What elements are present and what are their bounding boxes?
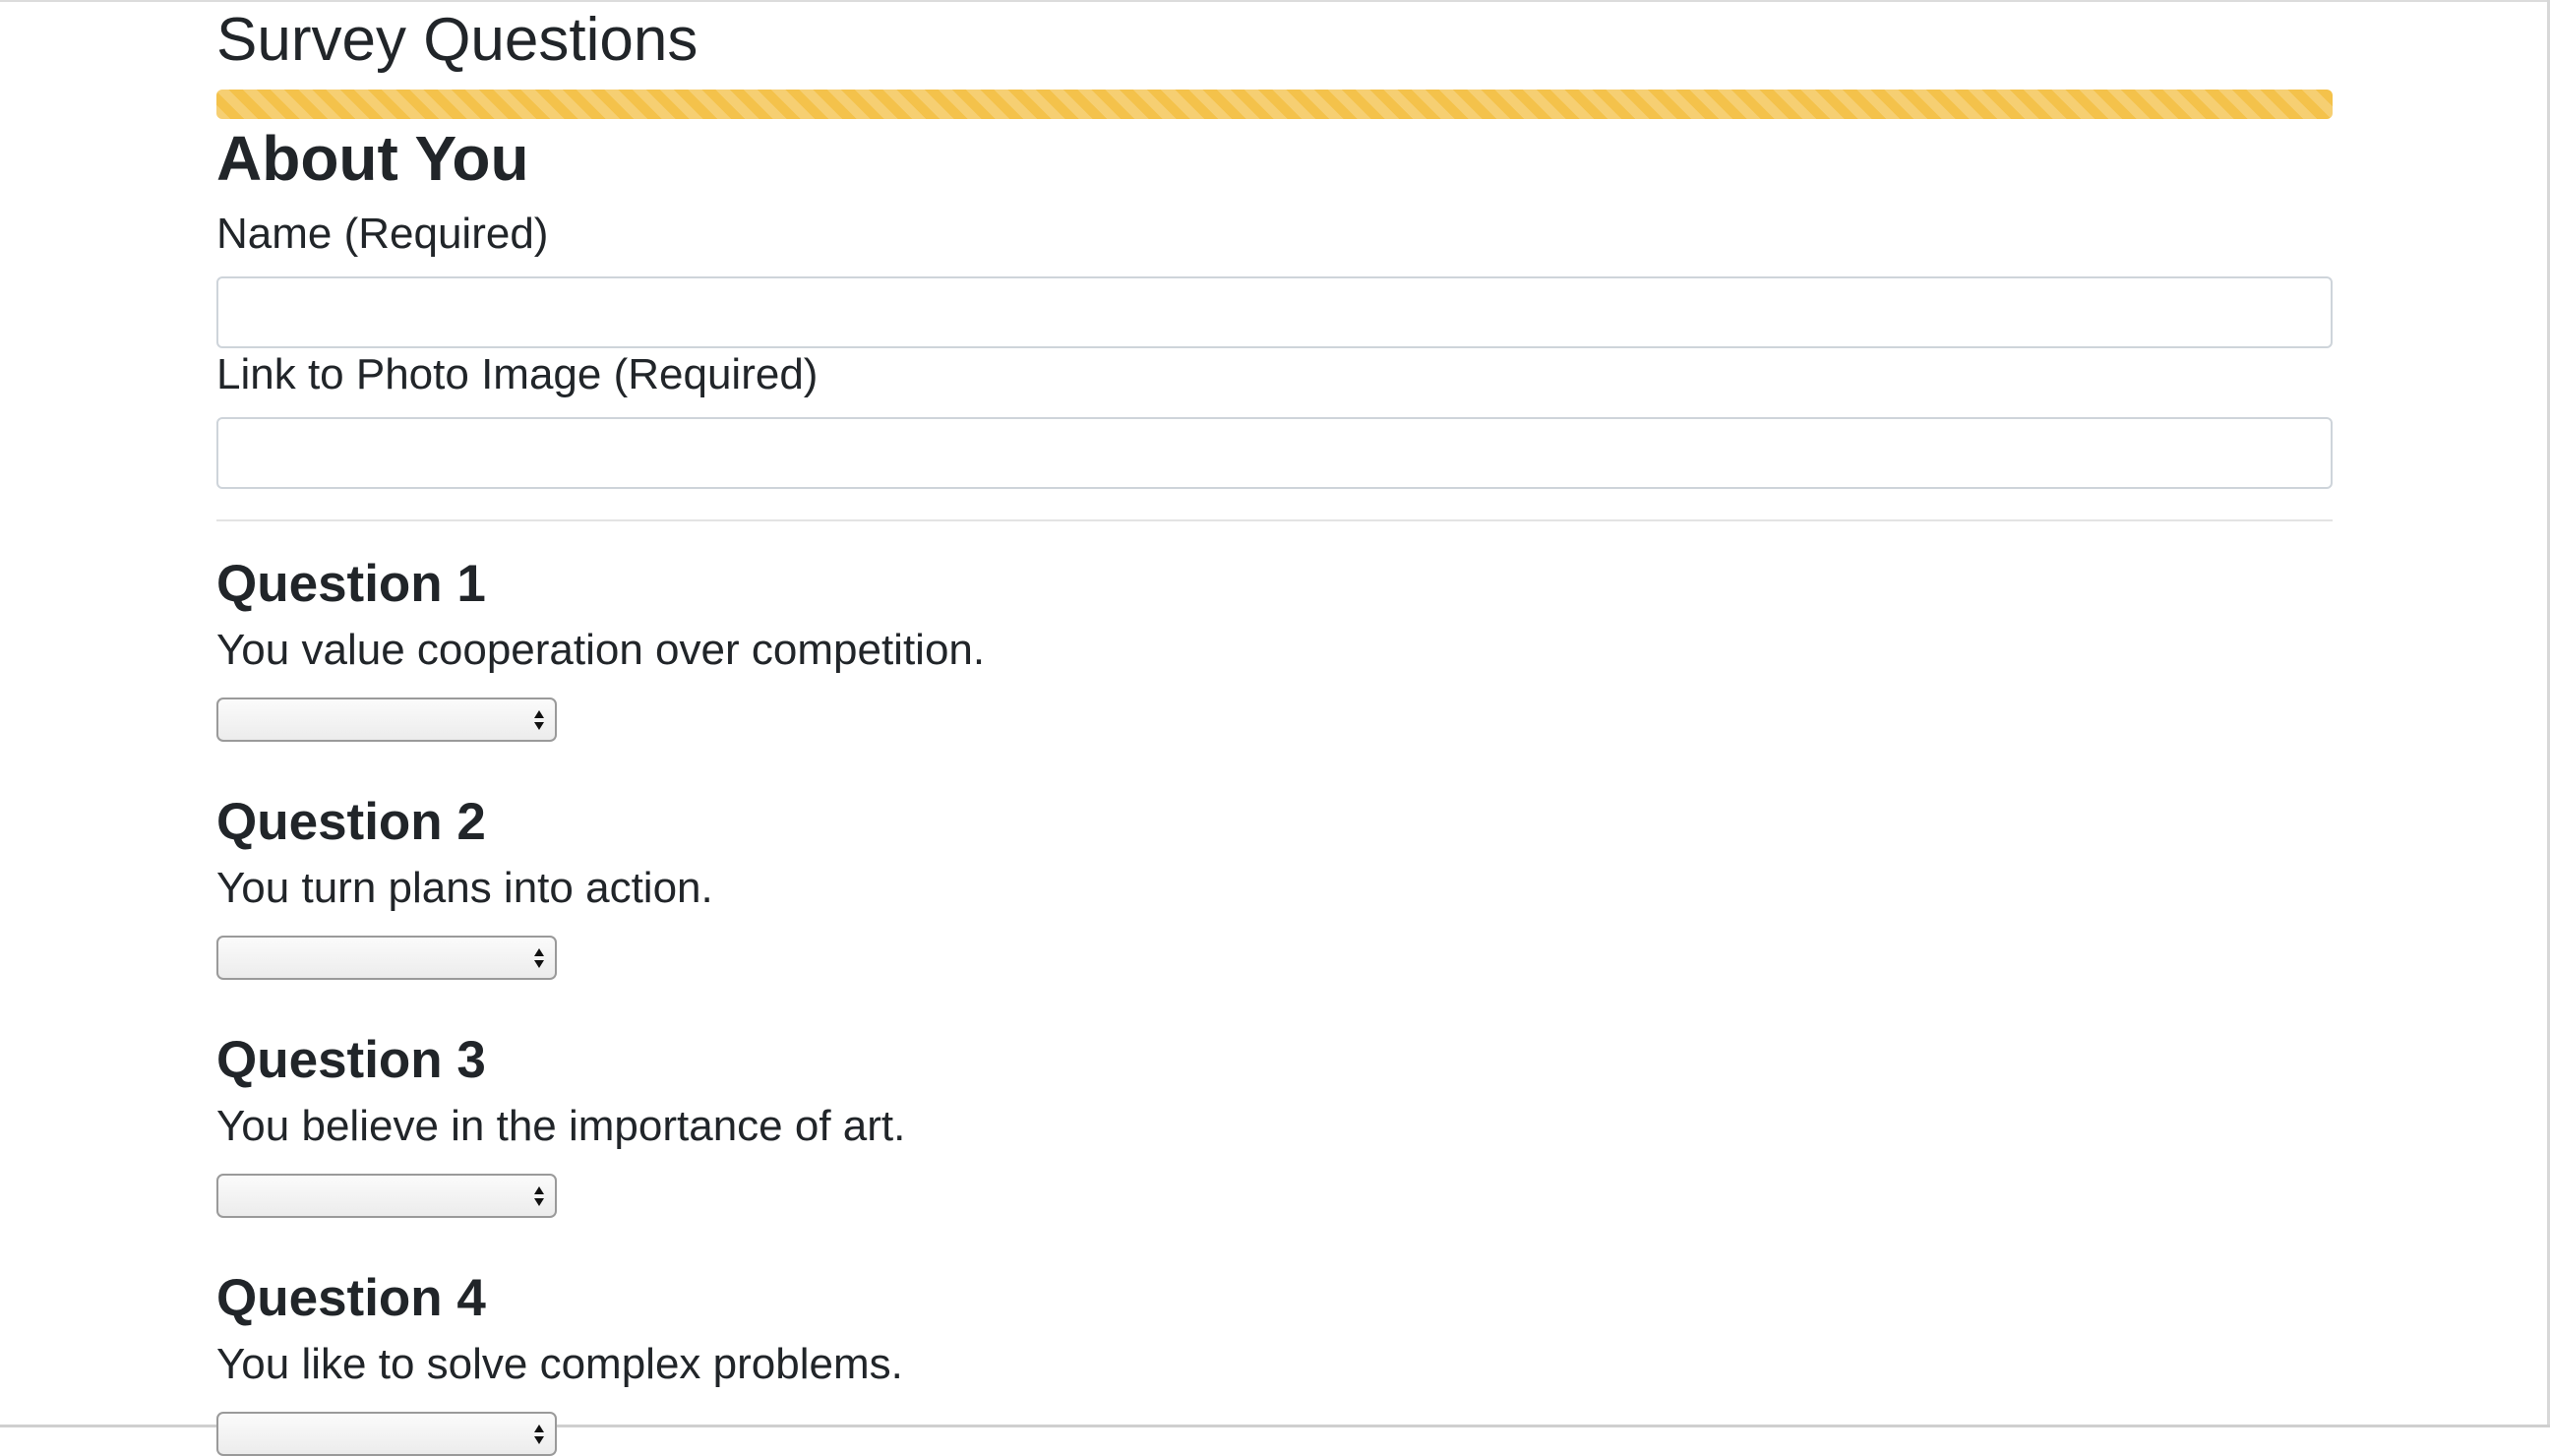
question-text: You believe in the importance of art. [216, 1100, 905, 1153]
question-text: You value cooperation over competition. [216, 624, 985, 677]
question-title: Question 3 [216, 1029, 486, 1092]
question-text: You like to solve complex problems. [216, 1338, 903, 1391]
question-2-select[interactable] [216, 936, 557, 980]
about-you-heading: About You [216, 122, 529, 195]
photo-link-input[interactable] [216, 417, 2333, 489]
page-title: Survey Questions [216, 6, 698, 75]
select-arrows-icon [532, 943, 546, 973]
question-4-select[interactable] [216, 1412, 557, 1456]
question-text: You turn plans into action. [216, 862, 713, 915]
photo-link-label: Link to Photo Image (Required) [216, 348, 818, 401]
window-top-border [0, 0, 2550, 2]
question-title: Question 4 [216, 1267, 486, 1330]
question-3-select[interactable] [216, 1174, 557, 1218]
name-input[interactable] [216, 276, 2333, 348]
progress-fill [216, 90, 2333, 119]
select-arrows-icon [532, 1420, 546, 1449]
question-title: Question 1 [216, 553, 486, 616]
name-label: Name (Required) [216, 208, 548, 261]
select-arrows-icon [532, 1182, 546, 1211]
section-divider [216, 519, 2333, 521]
question-1-select[interactable] [216, 698, 557, 742]
survey-progress-bar [216, 90, 2333, 119]
select-arrows-icon [532, 705, 546, 735]
question-title: Question 2 [216, 791, 486, 854]
